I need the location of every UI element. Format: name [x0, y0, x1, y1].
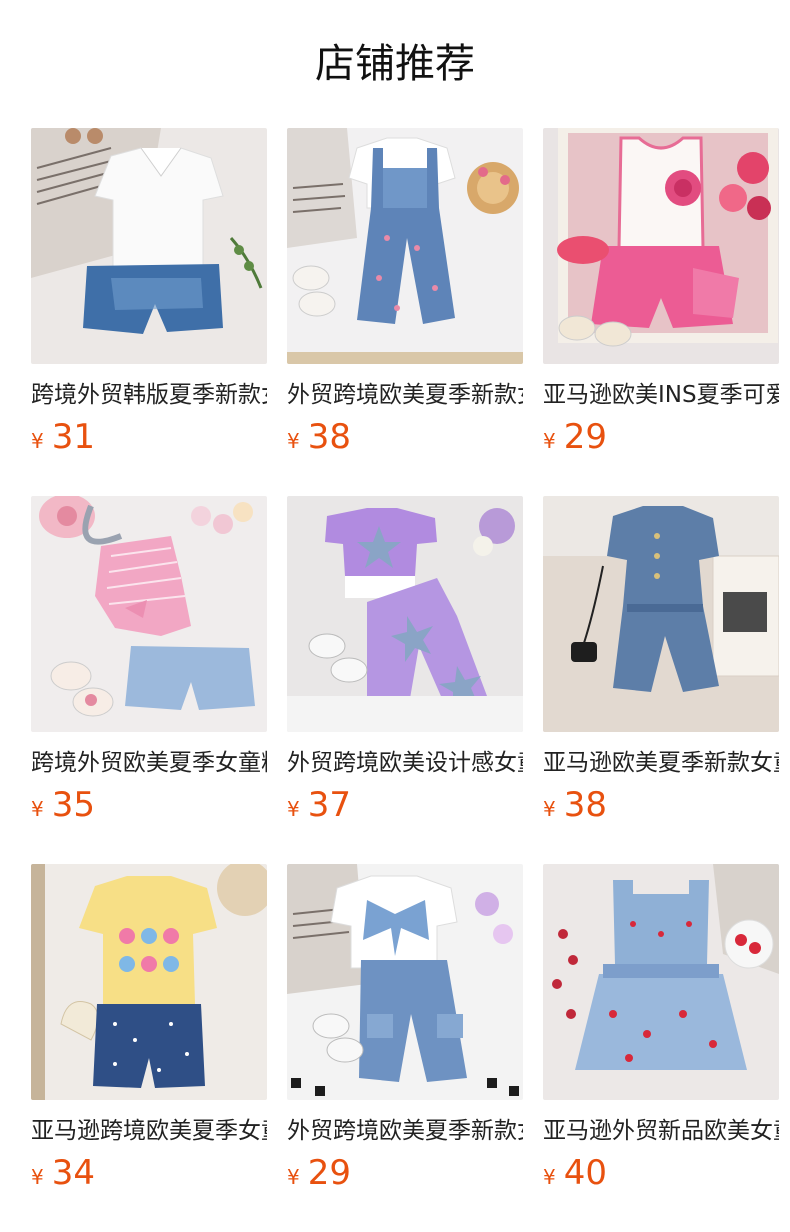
product-name[interactable]: 亚马逊外贸新品欧美女童牛仔吊带上衣樱桃半身裙套装 — [543, 1114, 779, 1148]
currency-symbol: ¥ — [543, 797, 556, 821]
product-image[interactable] — [31, 864, 267, 1100]
product-image[interactable] — [543, 128, 779, 364]
product-price: ¥37 — [287, 785, 523, 825]
product-name[interactable]: 外贸跨境欧美设计感女童星星紫色短袖长裤套装 — [287, 746, 523, 780]
product-card[interactable]: 外贸跨境欧美夏季新款女童白色T恤牛仔背带裤套装 ¥38 — [287, 128, 523, 457]
product-price: ¥40 — [543, 1153, 779, 1193]
price-value: 31 — [51, 417, 95, 457]
product-image[interactable] — [287, 864, 523, 1100]
price-value: 38 — [563, 785, 607, 825]
product-card[interactable]: 亚马逊欧美夏季新款女童牛仔短袖连体短裤 ¥38 — [543, 496, 779, 825]
product-card[interactable]: 跨境外贸欧美夏季女童粉色条纹斜肩上衣牛仔短裤套装 ¥35 — [31, 496, 267, 825]
price-value: 35 — [51, 785, 95, 825]
currency-symbol: ¥ — [543, 1165, 556, 1189]
product-card[interactable]: 亚马逊跨境欧美夏季女童黄色花朵T恤牛仔短裤套装 ¥34 — [31, 864, 267, 1193]
product-price: ¥29 — [543, 417, 779, 457]
currency-symbol: ¥ — [31, 429, 44, 453]
product-image[interactable] — [287, 496, 523, 732]
product-image[interactable] — [287, 128, 523, 364]
price-value: 37 — [307, 785, 351, 825]
price-value: 38 — [307, 417, 351, 457]
product-card[interactable]: 外贸跨境欧美设计感女童星星紫色短袖长裤套装 ¥37 — [287, 496, 523, 825]
product-image[interactable] — [543, 496, 779, 732]
price-value: 29 — [563, 417, 607, 457]
product-name[interactable]: 亚马逊跨境欧美夏季女童黄色花朵T恤牛仔短裤套装 — [31, 1114, 267, 1148]
product-card[interactable]: 外贸跨境欧美夏季新款女童蝴蝶结T恤工装长裤套装 ¥29 — [287, 864, 523, 1193]
product-card[interactable]: 跨境外贸韩版夏季新款女童白色翻领短袖牛仔短裤套装 ¥31 — [31, 128, 267, 457]
price-value: 29 — [307, 1153, 351, 1193]
price-value: 34 — [51, 1153, 95, 1193]
product-card[interactable]: 亚马逊外贸新品欧美女童牛仔吊带上衣樱桃半身裙套装 ¥40 — [543, 864, 779, 1193]
product-name[interactable]: 跨境外贸欧美夏季女童粉色条纹斜肩上衣牛仔短裤套装 — [31, 746, 267, 780]
product-name[interactable]: 亚马逊欧美夏季新款女童牛仔短袖连体短裤 — [543, 746, 779, 780]
product-price: ¥29 — [287, 1153, 523, 1193]
product-price: ¥38 — [543, 785, 779, 825]
price-value: 40 — [563, 1153, 607, 1193]
product-grid: 跨境外贸韩版夏季新款女童白色翻领短袖牛仔短裤套装 ¥31 外贸跨境欧美夏季新 — [0, 0, 790, 1232]
product-price: ¥38 — [287, 417, 523, 457]
currency-symbol: ¥ — [287, 429, 300, 453]
product-name[interactable]: 外贸跨境欧美夏季新款女童蝴蝶结T恤工装长裤套装 — [287, 1114, 523, 1148]
currency-symbol: ¥ — [287, 1165, 300, 1189]
product-price: ¥34 — [31, 1153, 267, 1193]
product-image[interactable] — [31, 128, 267, 364]
product-image[interactable] — [543, 864, 779, 1100]
product-image[interactable] — [31, 496, 267, 732]
product-price: ¥31 — [31, 417, 267, 457]
currency-symbol: ¥ — [287, 797, 300, 821]
product-name[interactable]: 亚马逊欧美INS夏季可爱女童玫瑰背心粉色短裤套装 — [543, 378, 779, 412]
product-card[interactable]: 亚马逊欧美INS夏季可爱女童玫瑰背心粉色短裤套装 ¥29 — [543, 128, 779, 457]
currency-symbol: ¥ — [31, 1165, 44, 1189]
currency-symbol: ¥ — [543, 429, 556, 453]
currency-symbol: ¥ — [31, 797, 44, 821]
product-name[interactable]: 跨境外贸韩版夏季新款女童白色翻领短袖牛仔短裤套装 — [31, 378, 267, 412]
product-price: ¥35 — [31, 785, 267, 825]
product-name[interactable]: 外贸跨境欧美夏季新款女童白色T恤牛仔背带裤套装 — [287, 378, 523, 412]
